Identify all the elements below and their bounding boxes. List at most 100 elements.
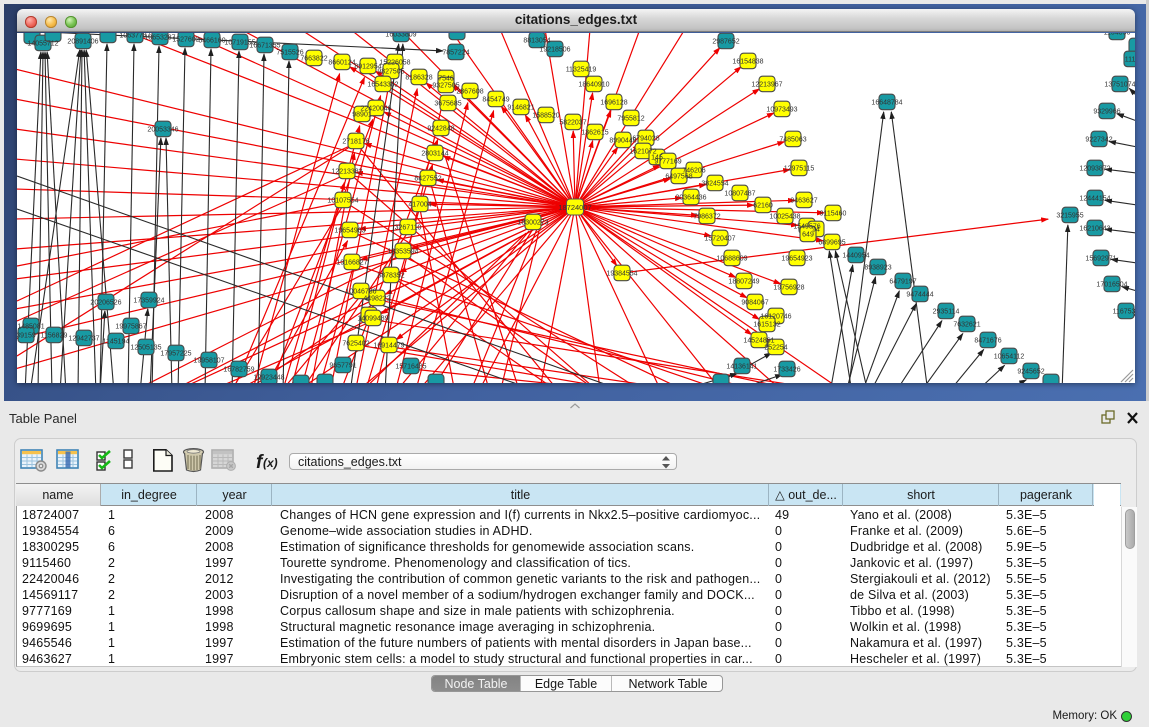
svg-text:3215955: 3215955 — [1056, 213, 1083, 220]
svg-text:20053346: 20053346 — [147, 127, 178, 134]
svg-text:12213382: 12213382 — [331, 169, 362, 176]
svg-text:19975867: 19975867 — [115, 324, 146, 331]
svg-text:2718176: 2718176 — [342, 139, 369, 146]
svg-text:3267110: 3267110 — [395, 225, 422, 232]
svg-text:10046786: 10046786 — [345, 289, 376, 296]
svg-text:1615132: 1615132 — [753, 322, 780, 329]
svg-text:19166827: 19166827 — [336, 260, 367, 267]
svg-text:3675685: 3675685 — [434, 101, 461, 108]
svg-text:14055712: 14055712 — [27, 41, 58, 48]
svg-text:6497568: 6497568 — [665, 174, 692, 181]
svg-text:7663822: 7663822 — [300, 56, 327, 63]
svg-text:13751074: 13751074 — [1104, 82, 1135, 89]
svg-text:9463627: 9463627 — [790, 198, 817, 205]
svg-text:1156829: 1156829 — [41, 333, 68, 340]
svg-text:18807249: 18807249 — [728, 279, 759, 286]
svg-text:16671355: 16671355 — [249, 43, 280, 50]
svg-text:746206: 746206 — [682, 168, 705, 175]
svg-text:7625402: 7625402 — [342, 341, 369, 348]
svg-text:1485081: 1485081 — [17, 324, 44, 331]
svg-text:8454749: 8454749 — [482, 97, 509, 104]
svg-text:12444154: 12444154 — [1079, 196, 1110, 203]
svg-text:10973493: 10973493 — [766, 107, 797, 114]
svg-text:10654112: 10654112 — [994, 354, 1025, 361]
svg-text:19654963: 19654963 — [334, 228, 365, 235]
svg-text:649: 649 — [802, 232, 814, 239]
svg-text:417004: 417004 — [408, 202, 431, 209]
svg-text:19654923: 19654923 — [781, 256, 812, 263]
svg-text:9146821: 9146821 — [507, 105, 534, 112]
svg-text:19218506: 19218506 — [539, 47, 570, 54]
svg-text:12942737: 12942737 — [68, 336, 99, 343]
svg-text:18300273: 18300273 — [517, 220, 548, 227]
svg-text:16782759: 16782759 — [223, 367, 254, 374]
svg-text:16033809: 16033809 — [385, 33, 416, 39]
svg-text:15692971: 15692971 — [1085, 256, 1116, 263]
svg-text:7986372: 7986372 — [693, 214, 720, 221]
svg-text:6899695: 6899695 — [818, 240, 845, 247]
svg-text:1112: 1112 — [1125, 57, 1135, 64]
svg-text:1154898: 1154898 — [1104, 33, 1131, 37]
svg-text:98901: 98901 — [352, 112, 372, 119]
svg-text:19384554: 19384554 — [606, 271, 637, 278]
svg-text:11325419: 11325419 — [566, 67, 597, 74]
svg-text:2867608: 2867608 — [456, 89, 483, 96]
svg-text:8938923: 8938923 — [864, 265, 891, 272]
svg-text:16543382: 16543382 — [367, 82, 398, 89]
svg-text:14524861: 14524861 — [743, 338, 774, 345]
svg-text:10807487: 10807487 — [724, 191, 755, 198]
svg-text:20206526: 20206526 — [90, 300, 121, 307]
svg-text:9242848: 9242848 — [427, 126, 454, 133]
svg-text:3824554: 3824554 — [701, 181, 728, 188]
svg-text:8186328: 8186328 — [405, 75, 432, 82]
svg-text:16914479: 16914479 — [373, 343, 404, 350]
svg-text:7857224: 7857224 — [442, 50, 469, 57]
svg-text:1145194: 1145194 — [103, 339, 130, 346]
svg-text:9084067: 9084067 — [741, 300, 768, 307]
svg-text:39159: 39159 — [17, 333, 36, 340]
svg-text:19756928: 19756928 — [773, 285, 804, 292]
svg-text:17359924: 17359924 — [133, 298, 164, 305]
svg-text:1440954: 1440954 — [842, 253, 869, 260]
svg-text:1527602: 1527602 — [172, 37, 199, 44]
svg-text:19958107: 19958107 — [193, 358, 224, 365]
svg-text:8471676: 8471676 — [974, 338, 1001, 345]
svg-text:1167533: 1167533 — [1113, 309, 1135, 316]
svg-text:9777169: 9777169 — [654, 159, 681, 166]
svg-text:9245652: 9245652 — [1017, 369, 1044, 376]
svg-text:5822037: 5822037 — [559, 120, 586, 127]
svg-text:9657791: 9657791 — [329, 363, 356, 370]
svg-text:8878352: 8878352 — [377, 273, 404, 280]
svg-text:7485063: 7485063 — [779, 137, 806, 144]
svg-text:15716485: 15716485 — [395, 364, 426, 371]
svg-text:(x): (x) — [263, 456, 278, 470]
svg-text:18724007: 18724007 — [558, 203, 591, 212]
svg-text:12093872: 12093872 — [1079, 166, 1110, 173]
svg-text:16210643: 16210643 — [1079, 226, 1110, 233]
svg-text:16120746: 16120746 — [760, 314, 791, 321]
svg-text:2803144: 2803144 — [421, 151, 448, 158]
svg-text:12923448: 12923448 — [253, 375, 284, 382]
svg-text:9227342: 9227342 — [1085, 137, 1112, 144]
svg-text:2935114: 2935114 — [933, 309, 960, 316]
svg-text:1733426: 1733426 — [773, 367, 800, 374]
svg-text:6466160: 6466160 — [198, 38, 225, 45]
svg-text:252254: 252254 — [764, 345, 787, 352]
svg-text:14136141: 14136141 — [726, 364, 757, 371]
svg-text:17016504: 17016504 — [1096, 282, 1127, 289]
svg-text:2987652: 2987652 — [712, 39, 739, 46]
svg-text:8427552: 8427552 — [414, 176, 441, 183]
svg-text:9827505: 9827505 — [377, 69, 404, 76]
svg-text:7955812: 7955812 — [617, 116, 644, 123]
svg-text:7546: 7546 — [438, 76, 454, 83]
svg-text:15720407: 15720407 — [704, 236, 735, 243]
svg-text:15226058: 15226058 — [379, 60, 410, 67]
svg-text:16154838: 16154838 — [732, 59, 763, 66]
svg-text:1588520: 1588520 — [532, 113, 559, 120]
svg-text:14099489: 14099489 — [357, 316, 388, 323]
svg-text:10107554: 10107554 — [327, 198, 358, 205]
svg-text:7632621: 7632621 — [953, 322, 980, 329]
svg-text:17957225: 17957225 — [160, 351, 191, 358]
svg-text:62160: 62160 — [753, 203, 773, 210]
svg-text:10653287: 10653287 — [144, 35, 175, 42]
